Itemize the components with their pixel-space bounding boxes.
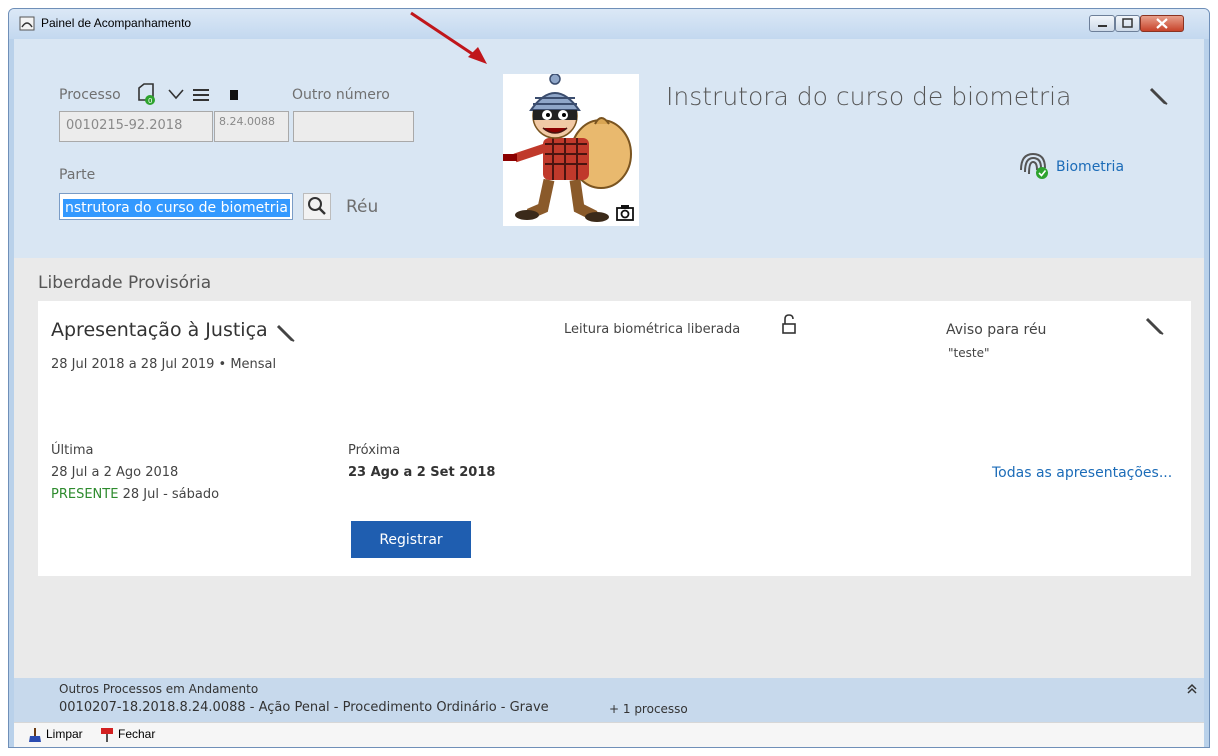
parte-input[interactable]: nstrutora do curso de biometria bbox=[59, 193, 293, 220]
broom-icon bbox=[29, 728, 41, 742]
maximize-button[interactable] bbox=[1115, 15, 1140, 32]
biometric-status: Leitura biométrica liberada bbox=[564, 322, 741, 337]
mais-processos[interactable]: + 1 processo bbox=[609, 702, 688, 716]
card-title: Apresentação à Justiça bbox=[51, 319, 268, 341]
main-window: Painel de Acompanhamento Processo 0 Outr… bbox=[8, 8, 1210, 748]
unlock-icon bbox=[782, 314, 796, 334]
square-icon[interactable] bbox=[228, 88, 240, 102]
double-chevron-up-icon[interactable] bbox=[1186, 683, 1198, 695]
person-name: Instrutora do curso de biometria bbox=[666, 82, 1072, 111]
pencil-icon[interactable] bbox=[1145, 316, 1165, 336]
fingerprint-icon[interactable] bbox=[1016, 150, 1050, 180]
annotation-arrow bbox=[410, 11, 487, 64]
search-icon bbox=[308, 197, 326, 215]
proxima-period: 23 Ago a 2 Set 2018 bbox=[348, 465, 496, 480]
minimize-button[interactable] bbox=[1089, 15, 1115, 32]
outros-processo-item[interactable]: 0010207-18.2018.8.24.0088 - Ação Penal -… bbox=[59, 700, 549, 715]
ultima-status: PRESENTE bbox=[51, 487, 119, 502]
document-icon[interactable]: 0 bbox=[135, 82, 159, 106]
svg-text:0: 0 bbox=[148, 97, 152, 105]
window-icon bbox=[19, 16, 35, 31]
section-title: Liberdade Provisória bbox=[38, 273, 212, 293]
header-panel: Processo 0 Outro número 0010215-92.2018 … bbox=[14, 39, 1204, 258]
reu-label: Réu bbox=[346, 197, 379, 217]
parte-input-value: nstrutora do curso de biometria bbox=[63, 199, 290, 217]
window-title: Painel de Acompanhamento bbox=[41, 16, 192, 30]
minimize-icon bbox=[1098, 25, 1107, 27]
outros-processos-panel: Outros Processos em Andamento 0010207-18… bbox=[14, 678, 1204, 722]
title-bar: Painel de Acompanhamento bbox=[9, 9, 1209, 39]
processo-label: Processo bbox=[59, 87, 121, 103]
outro-numero-label: Outro número bbox=[292, 87, 390, 103]
proxima-label: Próxima bbox=[348, 443, 401, 458]
biometria-link[interactable]: Biometria bbox=[1056, 159, 1124, 175]
person-photo[interactable] bbox=[503, 73, 639, 226]
parte-label: Parte bbox=[59, 167, 96, 183]
aviso-label: Aviso para réu bbox=[946, 322, 1047, 338]
close-icon bbox=[1156, 18, 1168, 29]
ultima-period: 28 Jul a 2 Ago 2018 bbox=[51, 465, 179, 480]
ultima-date: 28 Jul - sábado bbox=[122, 487, 220, 502]
registrar-button[interactable]: Registrar bbox=[351, 521, 471, 558]
outros-processos-title: Outros Processos em Andamento bbox=[59, 682, 259, 696]
processo-sufixo-field[interactable]: 8.24.0088 bbox=[214, 111, 289, 142]
pencil-icon[interactable] bbox=[1149, 86, 1169, 106]
limpar-button[interactable]: Limpar bbox=[46, 727, 83, 741]
pin-icon bbox=[101, 728, 113, 742]
todas-apresentacoes-link[interactable]: Todas as apresentações... bbox=[992, 465, 1172, 481]
search-button[interactable] bbox=[303, 193, 331, 220]
aviso-value: "teste" bbox=[948, 346, 990, 360]
bottom-toolbar: Limpar Fechar bbox=[14, 722, 1204, 747]
outro-numero-field[interactable] bbox=[293, 111, 414, 142]
maximize-icon bbox=[1122, 18, 1133, 28]
chevron-down-icon[interactable] bbox=[167, 88, 185, 100]
pencil-icon[interactable] bbox=[276, 323, 296, 343]
fechar-button[interactable]: Fechar bbox=[118, 727, 155, 741]
client-area: Processo 0 Outro número 0010215-92.2018 … bbox=[14, 39, 1204, 747]
processo-numero-field[interactable]: 0010215-92.2018 bbox=[59, 111, 213, 142]
presentation-card: Apresentação à Justiça 28 Jul 2018 a 28 … bbox=[38, 301, 1191, 576]
close-button[interactable] bbox=[1140, 15, 1184, 32]
ultima-status-line: PRESENTE 28 Jul - sábado bbox=[51, 487, 219, 502]
menu-icon[interactable] bbox=[192, 88, 210, 102]
card-period: 28 Jul 2018 a 28 Jul 2019 • Mensal bbox=[51, 357, 277, 372]
camera-icon[interactable] bbox=[615, 204, 635, 222]
ultima-label: Última bbox=[51, 443, 94, 458]
